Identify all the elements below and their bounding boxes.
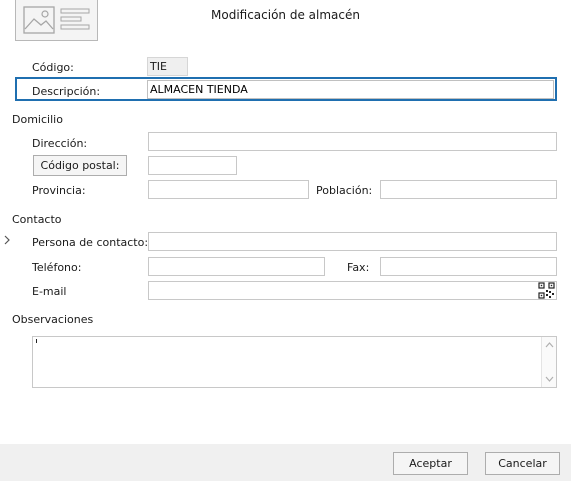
text-caret (36, 339, 37, 343)
cancel-button[interactable]: Cancelar (485, 452, 560, 475)
accept-button[interactable]: Aceptar (393, 452, 468, 475)
provincia-field[interactable] (148, 180, 309, 199)
poblacion-field[interactable] (380, 180, 557, 199)
observaciones-scrollbar[interactable] (541, 337, 556, 387)
provincia-label: Provincia: (32, 184, 86, 197)
persona-contacto-field[interactable] (148, 232, 557, 251)
descripcion-label: Descripción: (32, 85, 101, 98)
fax-label: Fax: (347, 261, 370, 274)
persona-contacto-label: Persona de contacto: (32, 236, 149, 249)
codigo-field[interactable]: TIE (147, 57, 188, 76)
codigo-postal-button[interactable]: Código postal: (33, 155, 127, 176)
email-label: E-mail (32, 285, 67, 298)
contacto-section-title: Contacto (12, 213, 62, 226)
observaciones-textarea[interactable] (32, 336, 557, 388)
direccion-field[interactable] (148, 132, 557, 151)
window-title: Modificación de almacén (211, 8, 360, 22)
email-field[interactable] (148, 281, 557, 300)
codigo-label: Código: (32, 61, 74, 74)
chevron-right-icon (3, 235, 11, 245)
codigo-postal-field[interactable] (148, 156, 237, 175)
domicilio-section-title: Domicilio (12, 113, 63, 126)
qr-code-icon[interactable] (538, 282, 555, 299)
fax-field[interactable] (380, 257, 557, 276)
telefono-field[interactable] (148, 257, 325, 276)
poblacion-label: Población: (316, 184, 373, 197)
telefono-label: Teléfono: (32, 261, 82, 274)
observaciones-section-title: Observaciones (12, 313, 94, 326)
descripcion-field[interactable]: ALMACEN TIENDA (147, 80, 554, 99)
direccion-label: Dirección: (32, 137, 88, 150)
